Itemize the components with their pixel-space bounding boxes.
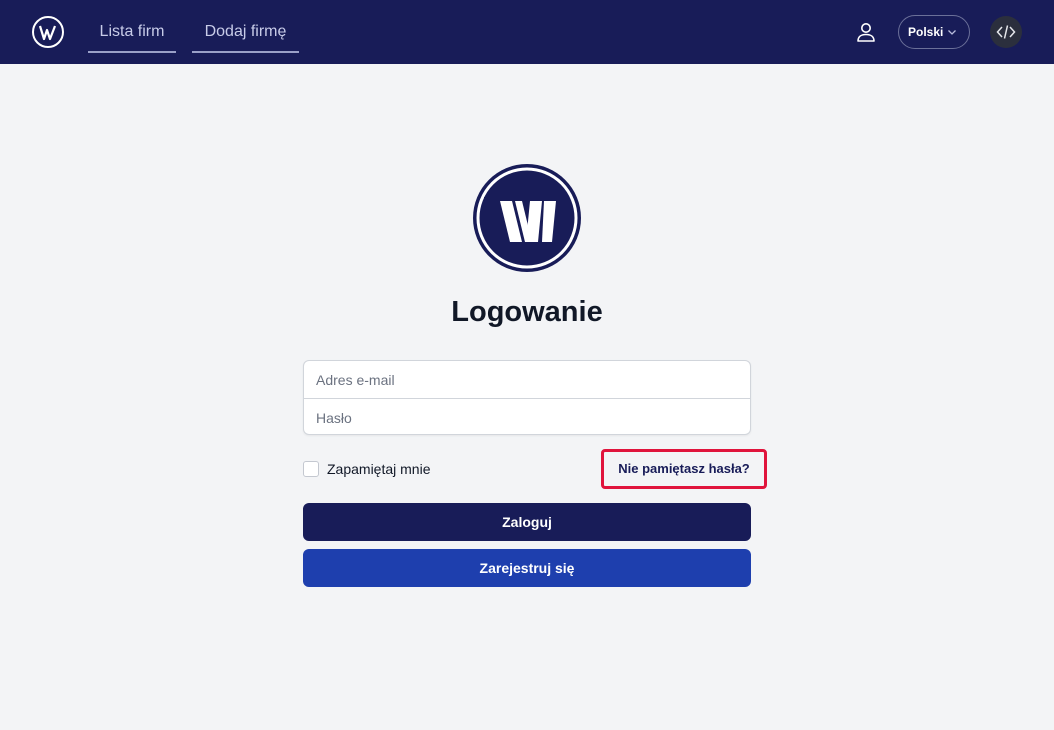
remember-me[interactable]: Zapamiętaj mnie [303, 460, 431, 478]
brand-logo-icon[interactable] [31, 15, 65, 49]
top-navbar: Lista firm Dodaj firmę Polski [0, 0, 1054, 64]
brand-w-logo-icon [473, 164, 581, 272]
developer-code-button[interactable] [990, 16, 1022, 48]
login-button[interactable]: Zaloguj [303, 503, 751, 541]
nav-link-add-company[interactable]: Dodaj firmę [192, 14, 299, 53]
language-select-value: Polski [908, 25, 944, 39]
login-form-fields [303, 360, 751, 436]
highlight-outline: Nie pamiętasz hasła? [601, 449, 767, 489]
user-icon[interactable] [854, 20, 878, 44]
register-button[interactable]: Zarejestruj się [303, 549, 751, 587]
language-select[interactable]: Polski [898, 15, 970, 49]
page-title: Logowanie [451, 296, 603, 328]
remember-me-checkbox[interactable] [303, 461, 319, 477]
code-icon [996, 25, 1016, 39]
password-field[interactable] [304, 399, 750, 436]
forgot-password-link[interactable]: Nie pamiętasz hasła? [604, 452, 764, 486]
chevron-down-icon [948, 30, 956, 35]
email-field[interactable] [304, 361, 750, 398]
remember-me-label: Zapamiętaj mnie [327, 461, 431, 477]
nav-link-company-list[interactable]: Lista firm [88, 14, 176, 53]
